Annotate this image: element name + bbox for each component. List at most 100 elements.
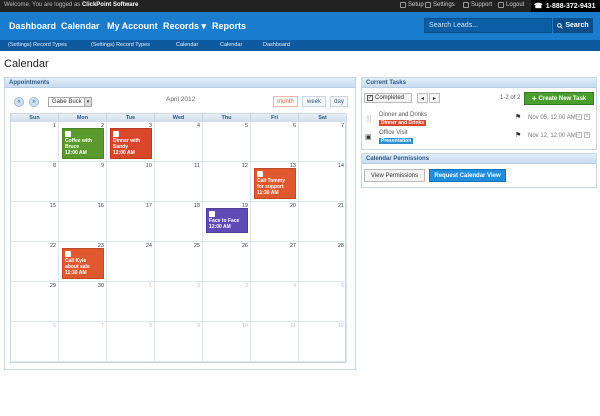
calendar-day-cell[interactable]: 24 (107, 242, 155, 282)
calendar-day-cell[interactable]: 11 (155, 162, 203, 202)
nav-dashboard[interactable]: Dashboard (9, 21, 56, 31)
calendar-day-cell[interactable]: 22 (11, 242, 59, 282)
calendar-day-cell[interactable]: 3 (203, 282, 251, 322)
calendar-day-cell[interactable]: 2 (155, 282, 203, 322)
view-day-button[interactable]: day (330, 96, 348, 107)
breadcrumb-item[interactable]: Calendar (176, 42, 198, 48)
calendar-day-cell[interactable]: 18 (155, 202, 203, 242)
support-link[interactable]: Support (463, 2, 492, 8)
day-number: 28 (337, 243, 344, 249)
complete-icon[interactable]: ✓ (576, 132, 582, 138)
calendar-day-cell[interactable]: 10 (107, 162, 155, 202)
calendar-day-cell[interactable]: 21 (299, 202, 347, 242)
settings-link[interactable]: Settings (425, 2, 455, 8)
calendar-day-cell[interactable]: 20 (251, 202, 299, 242)
view-permissions-button[interactable]: View Permissions (364, 169, 425, 182)
view-month-button[interactable]: month (273, 96, 298, 107)
day-number: 5 (244, 123, 248, 129)
event-time: 11:30 AM (65, 270, 87, 276)
breadcrumb-item[interactable]: (Settings) Record Types (91, 42, 150, 48)
day-header-fri: Fri (251, 114, 299, 122)
calendar-day-cell[interactable]: 11 (251, 322, 299, 362)
calendar-event[interactable]: Call Kyle about sale 11:30 AM (62, 248, 104, 279)
calendar-day-cell[interactable]: 15 (11, 202, 59, 242)
calendar-day-cell[interactable]: 7 (59, 322, 107, 362)
calendar-day-cell[interactable]: 28 (299, 242, 347, 282)
calendar-day-cell[interactable]: 1 (11, 122, 59, 162)
event-type-icon (209, 211, 215, 217)
event-time: 12:00 AM (65, 150, 87, 156)
calendar-day-cell[interactable]: 12 (299, 322, 347, 362)
tasks-next-button[interactable]: ▸ (429, 93, 440, 103)
delete-icon[interactable]: ✕ (584, 132, 590, 138)
calendar-day-cell[interactable]: 1 (107, 282, 155, 322)
task-date: Nov 12, 12:00 AM (528, 133, 576, 139)
calendar-day-cell[interactable]: 10 (203, 322, 251, 362)
view-week-button[interactable]: week (302, 96, 326, 107)
next-month-button[interactable]: » (29, 97, 39, 107)
calendar-day-cell[interactable]: 6 (251, 122, 299, 162)
nav-my-account[interactable]: My Account (107, 21, 158, 31)
calendar-day-cell[interactable]: 12 (203, 162, 251, 202)
search-input[interactable]: Search Leads... (424, 18, 552, 33)
calendar-day-cell[interactable]: 8 (107, 322, 155, 362)
calendar-event[interactable]: Call Tommy for support 11:30 AM (254, 168, 296, 199)
day-number: 29 (49, 283, 56, 289)
calendar-event[interactable]: Face to Face 12:00 AM (206, 208, 248, 233)
event-title: Coffee with Bruce (65, 138, 92, 150)
day-number: 16 (97, 203, 104, 209)
setup-icon (400, 2, 406, 8)
calendar-event[interactable]: Dinner with Sandy 12:00 AM (110, 128, 152, 159)
complete-icon[interactable]: ✓ (576, 114, 582, 120)
task-row[interactable]: ▣ Office Visit Presentation ⚑ Nov 12, 12… (362, 130, 594, 146)
completed-filter-button[interactable]: ✓ Completed (364, 93, 412, 103)
search-button[interactable]: Search (553, 18, 593, 33)
calendar-day-cell[interactable]: 25 (155, 242, 203, 282)
calendar-day-cell[interactable]: 4 (251, 282, 299, 322)
calendar-day-cell[interactable]: 4 (155, 122, 203, 162)
nav-records[interactable]: Records ▾ (163, 21, 206, 32)
user-select[interactable]: Gabe Buck ▾ (48, 97, 92, 107)
calendar-day-cell[interactable]: 30 (59, 282, 107, 322)
breadcrumb-item[interactable]: (Settings) Record Types (8, 42, 67, 48)
calendar-day-cell[interactable]: 8 (11, 162, 59, 202)
calendar-day-cell[interactable]: 6 (11, 322, 59, 362)
event-time: 12:00 AM (113, 150, 135, 156)
support-icon (463, 2, 469, 8)
nav-calendar[interactable]: Calendar (61, 21, 100, 31)
breadcrumb-item[interactable]: Calendar (220, 42, 242, 48)
calendar-day-cell[interactable]: 27 (251, 242, 299, 282)
create-new-task-button[interactable]: + Create New Task (524, 92, 594, 105)
delete-icon[interactable]: ✕ (584, 114, 590, 120)
flag-icon[interactable]: ⚑ (515, 131, 521, 139)
event-time: 12:00 AM (209, 224, 231, 230)
settings-icon (425, 2, 431, 8)
calendar-event[interactable]: Coffee with Bruce 12:00 AM (62, 128, 104, 159)
prev-month-button[interactable]: « (14, 97, 24, 107)
calendar-day-cell[interactable]: 9 (155, 322, 203, 362)
chevron-right-icon: ▸ (432, 95, 436, 102)
calendar-day-cell[interactable]: 7 (299, 122, 347, 162)
day-number: 24 (145, 243, 152, 249)
day-number: 15 (49, 203, 56, 209)
request-calendar-view-button[interactable]: Request Calendar View (429, 169, 506, 182)
calendar-day-cell[interactable]: 5 (203, 122, 251, 162)
calendar-day-cell[interactable]: 5 (299, 282, 347, 322)
task-row[interactable]: 🍴 Dinner and Drinks Dinner and Drinks ⚑ … (362, 112, 594, 128)
calendar-day-cell[interactable]: 14 (299, 162, 347, 202)
month-label: April 2012 (166, 96, 196, 103)
day-number: 8 (148, 323, 152, 329)
nav-reports[interactable]: Reports (212, 21, 246, 31)
calendar-day-cell[interactable]: 17 (107, 202, 155, 242)
welcome-text: Welcome. You are logged as ClickPoint So… (4, 2, 139, 8)
calendar-day-cell[interactable]: 26 (203, 242, 251, 282)
appointments-header: Appointments (5, 78, 355, 88)
calendar-day-cell[interactable]: 29 (11, 282, 59, 322)
calendar-day-cell[interactable]: 9 (59, 162, 107, 202)
tasks-prev-button[interactable]: ◂ (417, 93, 428, 103)
breadcrumb-item[interactable]: Dashboard (263, 42, 290, 48)
calendar-day-cell[interactable]: 16 (59, 202, 107, 242)
flag-icon[interactable]: ⚑ (515, 113, 521, 121)
logout-link[interactable]: Logout (498, 2, 524, 8)
setup-link[interactable]: Setup (400, 2, 424, 8)
